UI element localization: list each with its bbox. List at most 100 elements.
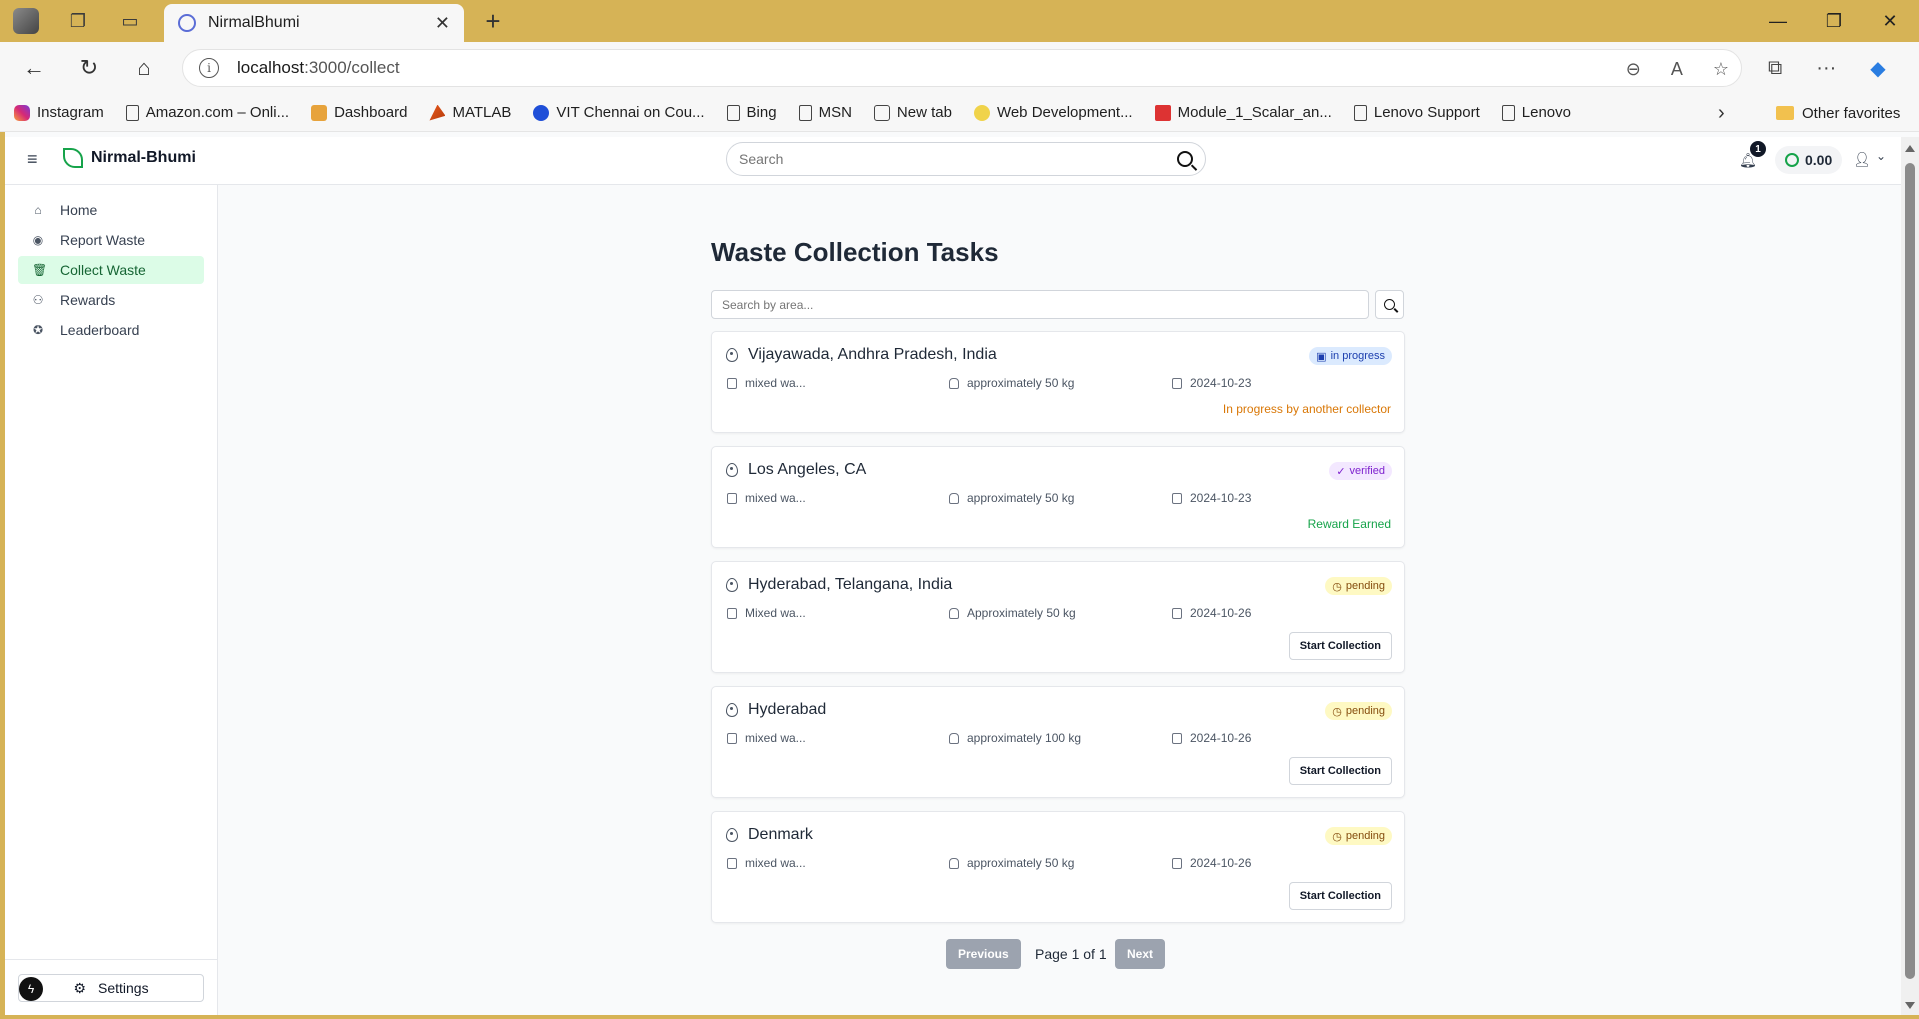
page-info: Page 1 of 1 xyxy=(1035,946,1107,962)
sidebar-item-home[interactable]: ⌂ Home xyxy=(18,196,204,224)
bookmark-vit[interactable]: VIT Chennai on Cou... xyxy=(533,104,705,121)
settings-button[interactable]: ⚙ Settings xyxy=(18,974,204,1002)
calendar-icon xyxy=(1172,857,1182,869)
task-waste-type: mixed wa... xyxy=(727,731,806,745)
status-badge: ▣ in progress xyxy=(1309,347,1392,365)
task-note: In progress by another collector xyxy=(1222,402,1391,416)
scroll-up-arrow[interactable] xyxy=(1905,145,1915,152)
copilot-icon[interactable]: ◆ xyxy=(1870,56,1885,81)
browser-tab-active[interactable]: NirmalBhumi ✕ xyxy=(164,4,464,42)
sidebar-item-leaderboard[interactable]: ✪ Leaderboard xyxy=(18,316,204,344)
browser-toolbar: ← ↻ ⌂ i localhost:3000/collect ⊖ A ☆ ⧉ ·… xyxy=(0,42,1919,94)
main-content: Waste Collection Tasks Vijayawada, Andhr… xyxy=(218,185,1901,1015)
task-date: 2024-10-23 xyxy=(1172,376,1251,390)
area-search-button[interactable] xyxy=(1375,290,1404,319)
task-card: Hyderabad, Telangana, India ◷ pending Mix… xyxy=(711,561,1405,673)
weight-icon xyxy=(949,492,959,504)
favorite-star-icon[interactable]: ☆ xyxy=(1713,59,1729,80)
chevron-down-icon[interactable]: ⌄ xyxy=(1876,149,1886,163)
trash-icon xyxy=(727,377,737,389)
task-date: 2024-10-26 xyxy=(1172,606,1251,620)
bolt-icon[interactable]: ϟ xyxy=(19,977,43,1001)
dashboard-icon xyxy=(311,104,328,121)
address-bar[interactable]: i localhost:3000/collect ⊖ A ☆ xyxy=(182,49,1742,87)
close-window-button[interactable]: ✕ xyxy=(1862,0,1918,42)
user-icon[interactable]: 👤︎ xyxy=(1853,151,1871,168)
bookmark-bing[interactable]: Bing xyxy=(726,104,777,121)
bookmark-other-favorites[interactable]: Other favorites xyxy=(1776,94,1900,132)
zoom-out-icon[interactable]: ⊖ xyxy=(1626,59,1641,80)
start-collection-button[interactable]: Start Collection xyxy=(1288,632,1392,660)
brand-logo[interactable]: Nirmal-Bhumi xyxy=(63,148,196,168)
task-location: Hyderabad xyxy=(726,701,826,719)
reload-button[interactable]: ↻ xyxy=(71,52,107,84)
sidebar-item-label: Report Waste xyxy=(60,232,146,248)
task-date: 2024-10-23 xyxy=(1172,491,1251,505)
tab-actions-icon[interactable]: ▭ xyxy=(104,0,156,42)
bookmark-dashboard[interactable]: Dashboard xyxy=(311,104,407,121)
sidebar-item-report-waste[interactable]: ◉ Report Waste xyxy=(18,226,204,254)
task-date: 2024-10-26 xyxy=(1172,856,1251,870)
scroll-down-arrow[interactable] xyxy=(1905,1002,1915,1009)
extensions-icon[interactable]: ⧉ xyxy=(1768,57,1782,80)
back-button[interactable]: ← xyxy=(16,52,52,84)
task-date: 2024-10-26 xyxy=(1172,731,1251,745)
sidebar-item-collect-waste[interactable]: 🗑︎ Collect Waste xyxy=(18,256,204,284)
page-title: Waste Collection Tasks xyxy=(711,237,999,267)
check-circle-icon: ✓ xyxy=(1336,465,1346,478)
home-button[interactable]: ⌂ xyxy=(126,52,162,84)
minimize-button[interactable]: — xyxy=(1750,0,1806,42)
url-text: localhost:3000/collect xyxy=(237,58,400,77)
task-location: Los Angeles, CA xyxy=(726,461,866,479)
calendar-icon xyxy=(1172,732,1182,744)
page-icon xyxy=(1501,104,1515,121)
profile-avatar[interactable] xyxy=(0,0,52,42)
workspaces-icon[interactable]: ❐ xyxy=(52,0,104,42)
site-info-icon[interactable]: i xyxy=(199,58,219,78)
read-aloud-icon[interactable]: A xyxy=(1671,59,1683,80)
map-pin-icon xyxy=(726,463,738,477)
bookmark-lenovo-support[interactable]: Lenovo Support xyxy=(1353,104,1480,121)
bookmark-msn[interactable]: MSN xyxy=(798,104,852,121)
page-scrollbar[interactable] xyxy=(1901,137,1919,1015)
leaf-icon xyxy=(63,148,83,168)
bookmark-lenovo[interactable]: Lenovo xyxy=(1501,104,1571,121)
task-waste-type: mixed wa... xyxy=(727,376,806,390)
restore-button[interactable]: ❐ xyxy=(1806,0,1862,42)
settings-label: Settings xyxy=(97,980,149,996)
page-icon xyxy=(125,104,139,121)
sidebar-item-label: Rewards xyxy=(60,292,116,308)
bookmark-matlab[interactable]: MATLAB xyxy=(429,104,511,121)
start-collection-button[interactable]: Start Collection xyxy=(1288,882,1392,910)
sidebar-item-label: Collect Waste xyxy=(60,262,146,278)
task-waste-type: mixed wa... xyxy=(727,491,806,505)
previous-page-button[interactable]: Previous xyxy=(946,939,1021,969)
bookmark-instagram[interactable]: Instagram xyxy=(14,104,104,121)
task-amount: approximately 50 kg xyxy=(949,856,1074,870)
header-search[interactable] xyxy=(726,142,1206,176)
close-tab-icon[interactable]: ✕ xyxy=(435,13,450,34)
map-pin-icon xyxy=(726,578,738,592)
coins-icon: ⚇ xyxy=(32,293,44,307)
sidebar-footer: ϟ ⚙ Settings xyxy=(5,959,217,1015)
new-tab-button[interactable]: + xyxy=(476,6,510,36)
bookmark-amazon[interactable]: Amazon.com – Onli... xyxy=(125,104,289,121)
search-input[interactable] xyxy=(739,151,1177,167)
sidebar-item-rewards[interactable]: ⚇ Rewards xyxy=(18,286,204,314)
bookmark-new-tab[interactable]: New tab xyxy=(873,104,952,121)
start-collection-button[interactable]: Start Collection xyxy=(1288,757,1392,785)
bookmark-web-development[interactable]: Web Development... xyxy=(973,104,1133,121)
folder-icon xyxy=(1776,106,1794,120)
site-favicon-icon xyxy=(178,14,196,32)
next-page-button[interactable]: Next xyxy=(1115,939,1166,969)
area-search-input[interactable] xyxy=(722,297,1358,312)
chevron-right-icon[interactable]: › xyxy=(1718,94,1725,132)
scrollbar-thumb[interactable] xyxy=(1905,163,1915,979)
web-icon xyxy=(973,104,990,121)
search-icon[interactable] xyxy=(1177,151,1193,167)
bookmark-module-1[interactable]: Module_1_Scalar_an... xyxy=(1154,104,1332,121)
more-menu-icon[interactable]: ··· xyxy=(1816,57,1836,80)
area-search[interactable] xyxy=(711,290,1369,319)
menu-icon[interactable]: ≡ xyxy=(27,149,38,170)
task-card: Denmark ◷ pending mixed wa... approximate… xyxy=(711,811,1405,923)
